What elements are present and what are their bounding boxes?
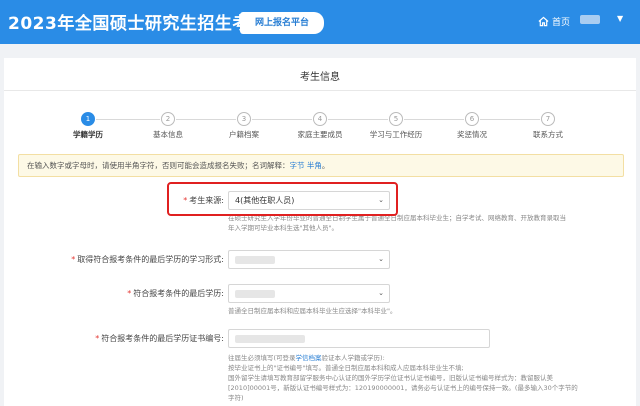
- step-number: 6: [465, 112, 479, 126]
- step-label: 户籍档案: [229, 130, 259, 139]
- step-2[interactable]: 2 基本信息: [128, 112, 208, 140]
- step-label: 家庭主要成员: [297, 130, 343, 139]
- notice-banner: 在输入数字或字母时，请使用半角字符，否则可能会造成报名失败；名词解释：字节 半角…: [18, 154, 624, 177]
- divider: [4, 90, 636, 91]
- study-form-label: * 取得符合报考条件的最后学历的学习形式:: [44, 254, 224, 265]
- last-degree-label-text: 符合报考条件的最后学历:: [133, 289, 224, 298]
- cert-no-input[interactable]: [228, 329, 490, 348]
- cert-no-hint-line: [2010]00001号，新版认证书编号样式为：120190000001，请务必…: [228, 384, 578, 392]
- last-degree-value: [235, 289, 275, 298]
- home-link[interactable]: 首页: [538, 15, 570, 28]
- platform-badge: 网上报名平台: [240, 12, 324, 34]
- link-halfwidth[interactable]: 半角: [307, 161, 322, 170]
- site-title: 2023年全国硕士研究生招生考试: [8, 14, 268, 34]
- source-hint: 在硕士研究生入学年份毕业的普通全日制学生属于普通全日制应届本科毕业生；自学考试、…: [228, 213, 628, 233]
- step-number: 1: [81, 112, 95, 126]
- cert-no-label-text: 符合报考条件的最后学历证书编号:: [101, 334, 224, 343]
- required-mark: *: [127, 289, 132, 298]
- step-label: 基本信息: [153, 130, 183, 139]
- cert-no-hint: 往届生必须填写(可登录学信档案验证本人学籍或学历): 按毕业证书上的"证书编号"…: [228, 353, 633, 403]
- step-number: 2: [161, 112, 175, 126]
- xuexin-link[interactable]: 学信档案: [296, 354, 322, 362]
- user-name[interactable]: [580, 15, 600, 24]
- chevron-down-icon[interactable]: ▼: [617, 14, 623, 23]
- cert-no-label: * 符合报考条件的最后学历证书编号:: [64, 333, 224, 344]
- step-number: 7: [541, 112, 555, 126]
- step-number: 4: [313, 112, 327, 126]
- required-mark: *: [71, 255, 76, 264]
- last-degree-select[interactable]: ⌄: [228, 284, 390, 303]
- step-label: 联系方式: [533, 130, 563, 139]
- notice-text: 在输入数字或字母时，请使用半角字符，否则可能会造成报名失败；名词解释：: [27, 161, 290, 170]
- study-form-select[interactable]: ⌄: [228, 250, 390, 269]
- notice-end: 。: [321, 161, 330, 170]
- last-degree-label: * 符合报考条件的最后学历:: [84, 288, 224, 299]
- last-degree-hint: 普通全日制应届本科和应届本科毕业生应选择"本科毕业"。: [228, 307, 397, 315]
- cert-no-hint-post: 验证本人学籍或学历):: [321, 354, 385, 362]
- home-icon: [538, 16, 549, 27]
- required-mark: *: [95, 334, 100, 343]
- highlight-annotation: [167, 182, 398, 216]
- step-7[interactable]: 7 联系方式: [508, 112, 588, 140]
- link-byte[interactable]: 字节: [290, 161, 305, 170]
- step-6[interactable]: 6 奖惩情况: [432, 112, 512, 140]
- step-number: 5: [389, 112, 403, 126]
- step-5[interactable]: 5 学习与工作经历: [356, 112, 436, 140]
- main-card: 考生信息 1 学籍学历 2 基本信息 3 户籍档案 4 家庭主要成员 5 学习与…: [4, 58, 636, 406]
- study-form-value: [235, 255, 275, 264]
- cert-no-hint-line: 字符): [228, 394, 244, 402]
- step-4[interactable]: 4 家庭主要成员: [280, 112, 360, 140]
- chevron-down-icon: ⌄: [378, 255, 384, 263]
- step-number: 3: [237, 112, 251, 126]
- step-label: 学习与工作经历: [369, 130, 423, 139]
- cert-no-hint-line: 按毕业证书上的"证书编号"填写。普通全日制应届本科和成人应届本科毕业生不填;: [228, 364, 464, 372]
- cert-no-hint-line: 国外留学生请填写教育部留学服务中心认证的国外学历学位证书认证书编号，旧版认证书编…: [228, 374, 553, 382]
- home-label: 首页: [552, 18, 571, 28]
- cert-no-hint-pre: 往届生必须填写(可登录: [228, 354, 296, 362]
- cert-no-value: [235, 335, 305, 343]
- step-3[interactable]: 3 户籍档案: [204, 112, 284, 140]
- cert-no-hint-line: 往届生必须填写(可登录学信档案验证本人学籍或学历):: [228, 353, 633, 363]
- step-label: 奖惩情况: [457, 130, 487, 139]
- card-title: 考生信息: [300, 72, 340, 83]
- top-bar: 2023年全国硕士研究生招生考试 网上报名平台 首页 ▼: [0, 0, 640, 44]
- progress-steps: 1 学籍学历 2 基本信息 3 户籍档案 4 家庭主要成员 5 学习与工作经历 …: [4, 112, 636, 142]
- study-form-label-text: 取得符合报考条件的最后学历的学习形式:: [77, 255, 224, 264]
- chevron-down-icon: ⌄: [378, 289, 384, 297]
- source-hint-line: 年入学期可毕业本科生选"其他人员"。: [228, 224, 338, 232]
- step-1[interactable]: 1 学籍学历: [48, 112, 128, 140]
- step-label: 学籍学历: [73, 130, 103, 139]
